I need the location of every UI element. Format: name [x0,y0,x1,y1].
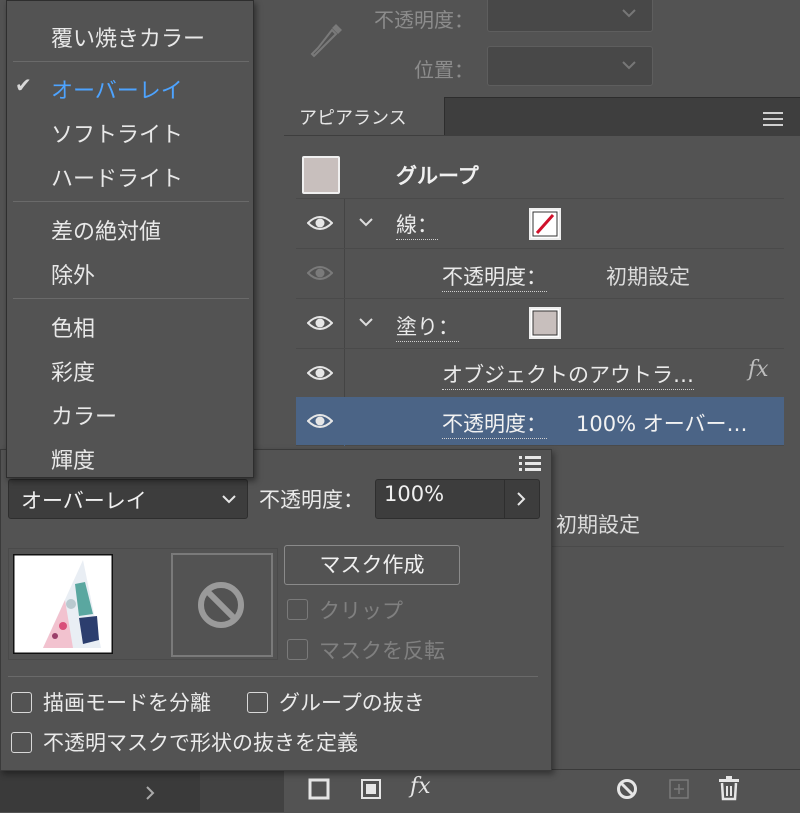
menu-item-luminosity[interactable]: 輝度 [51,443,95,475]
invert-mask-label: マスクを反転 [319,639,445,663]
eye-col [296,249,345,298]
group-label: グループ [396,164,479,188]
isolate-blending-checkbox[interactable] [11,692,32,713]
no-mask-icon [198,582,244,628]
eye-icon[interactable] [307,312,333,334]
clip-checkbox[interactable] [287,599,308,620]
menu-separator [13,61,249,62]
chevron-down-icon [622,9,636,18]
gradient-opacity-select[interactable] [487,0,653,32]
tab-appearance-label: アピアランス [299,108,407,129]
clear-appearance-icon[interactable] [616,778,638,800]
outline-effect-label[interactable]: オブジェクトのアウトラ… [442,359,694,390]
left-panel-bottom [0,769,200,812]
transparency-panel: オーバーレイ 不透明度： 100% マスク作成 クリップ マスクを反転 描画モー… [0,449,552,771]
opacity-slider-button[interactable] [504,479,540,519]
opacity-value: 100% [384,482,445,506]
gutter [200,769,284,812]
opacity-input[interactable]: 100% [375,479,505,519]
row-divider [550,546,784,547]
chevron-down-icon[interactable] [359,218,373,228]
stroke-label[interactable]: 線： [396,209,438,240]
add-effect-icon[interactable]: fx [410,774,431,799]
stroke-opacity-label[interactable]: 不透明度： [442,261,547,292]
fill-opacity-row-selected[interactable]: 不透明度： 100% オーバー… [296,397,784,446]
stroke-opacity-value: 初期設定 [606,265,690,289]
menu-item-hard-light[interactable]: ハードライト [51,161,183,193]
chevron-down-icon [222,495,236,504]
appearance-toolbar: fx [284,769,800,813]
menu-item-overlay[interactable]: オーバーレイ [51,73,183,105]
make-mask-button[interactable]: マスク作成 [284,545,460,585]
stroke-swatch[interactable] [529,208,561,240]
fill-row[interactable]: 塗り： [296,299,784,349]
menu-item-color[interactable]: カラー [51,399,117,431]
eye-col [296,397,345,446]
panel-menu-icon[interactable] [519,456,541,472]
artwork-thumbnail[interactable] [13,554,113,654]
opacity-label: 不透明度： [259,488,364,512]
opacity-mask-knockout-checkbox[interactable] [11,732,32,753]
eye-icon[interactable] [307,262,333,284]
blend-mode-select[interactable]: オーバーレイ [8,479,248,519]
menu-item-soft-light[interactable]: ソフトライト [51,117,183,149]
opacity-mask-knockout-label: 不透明マスクで形状の抜きを定義 [43,731,358,755]
gradient-opacity-label: 不透明度： [374,8,474,32]
divider [8,676,538,677]
chevron-right-icon [517,492,526,506]
knockout-group-label: グループの抜き [279,691,425,715]
eyedropper-icon[interactable] [308,20,346,62]
blend-mode-menu: 覆い焼きカラー ✔ オーバーレイ ソフトライト ハードライト 差の絶対値 除外 … [6,0,254,478]
eye-icon[interactable] [307,212,333,234]
chevron-right-icon[interactable] [145,785,155,801]
mask-thumbnail[interactable] [171,553,273,657]
group-opacity-value: 初期設定 [556,513,640,537]
menu-separator [13,298,249,299]
eye-icon[interactable] [307,362,333,384]
isolate-blending-label: 描画モードを分離 [43,691,211,715]
eye-col [296,299,345,348]
menu-item-saturation[interactable]: 彩度 [51,355,95,387]
eye-col [296,199,345,248]
outline-effect-row[interactable]: オブジェクトのアウトラ… fx [296,349,784,399]
knockout-group-checkbox[interactable] [247,692,268,713]
fill-swatch[interactable] [529,307,561,339]
blend-mode-value: オーバーレイ [21,489,147,513]
menu-item-hue[interactable]: 色相 [51,311,95,343]
appearance-group-row[interactable]: グループ [296,150,784,199]
clip-label: クリップ [319,599,403,623]
eye-icon[interactable] [307,410,333,432]
eye-col [296,349,345,398]
fill-opacity-label[interactable]: 不透明度： [442,408,547,439]
menu-item-difference[interactable]: 差の絶対値 [51,214,161,246]
stroke-row[interactable]: 線： [296,199,784,249]
fx-icon[interactable]: fx [748,357,769,382]
gradient-panel: 不透明度： 位置： [284,0,800,98]
add-fill-icon[interactable] [360,778,382,800]
menu-item-color-dodge[interactable]: 覆い焼きカラー [51,21,205,53]
group-thumbnail [302,156,340,194]
trash-icon[interactable] [718,775,740,801]
fill-opacity-value: 100% オーバー… [576,412,748,436]
chevron-down-icon[interactable] [359,318,373,328]
tab-appearance[interactable]: アピアランス [284,97,445,135]
chevron-down-icon [622,61,636,70]
duplicate-item-icon[interactable] [668,778,690,800]
menu-separator [13,201,249,202]
panel-menu-icon[interactable] [763,112,783,126]
gradient-position-select[interactable] [487,46,653,86]
fill-label[interactable]: 塗り： [396,311,459,342]
gradient-position-label: 位置： [414,58,474,82]
invert-mask-checkbox[interactable] [287,639,308,660]
add-stroke-icon[interactable] [308,778,330,800]
menu-item-exclusion[interactable]: 除外 [51,258,95,290]
stroke-opacity-row[interactable]: 不透明度： 初期設定 [296,249,784,299]
check-icon: ✔ [15,73,32,97]
